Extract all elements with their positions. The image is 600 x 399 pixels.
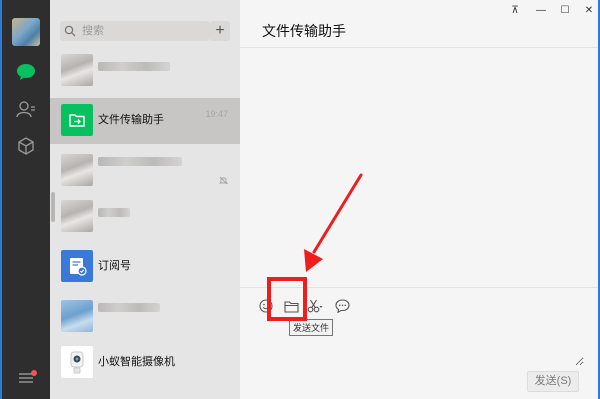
close-button[interactable]: ✕ — [580, 4, 598, 18]
notification-dot — [31, 370, 37, 376]
chat-name-blurred — [98, 62, 170, 71]
wechat-window: + 文件传输助手 19:47 — [2, 0, 598, 399]
search-box[interactable] — [60, 21, 210, 41]
avatar[interactable] — [12, 18, 40, 46]
add-chat-button[interactable]: + — [210, 21, 230, 41]
chat-title: 文件传输助手 — [262, 23, 346, 39]
conversation-list: + 文件传输助手 19:47 — [50, 0, 240, 399]
chat-name-blurred — [98, 157, 182, 166]
chat-item-file-transfer[interactable]: 文件传输助手 19:47 — [50, 98, 240, 144]
chat-avatar — [61, 200, 93, 232]
chat-bubble-icon[interactable] — [333, 297, 351, 315]
chat-name: 文件传输助手 — [98, 114, 164, 126]
chat-name: 订阅号 — [98, 260, 131, 272]
search-icon — [64, 24, 76, 42]
chat-item[interactable] — [50, 294, 240, 340]
mute-icon — [218, 172, 229, 190]
scissors-icon[interactable] — [306, 297, 324, 315]
highlight-box — [267, 277, 307, 321]
minimize-button[interactable]: — — [532, 4, 550, 18]
camera-icon — [70, 351, 84, 374]
left-nav-bar — [2, 0, 50, 399]
chat-header: 文件传输助手 ⊼ — ☐ ✕ — [240, 0, 598, 48]
chat-panel: 文件传输助手 ⊼ — ☐ ✕ 发送文件 发送(S) — [240, 0, 598, 399]
chat-avatar — [61, 300, 93, 332]
menu-icon[interactable] — [14, 366, 38, 390]
search-input[interactable] — [82, 21, 202, 41]
chat-icon[interactable] — [14, 60, 38, 84]
chat-time: 19:47 — [205, 109, 228, 119]
file-transfer-avatar — [61, 104, 93, 136]
message-area[interactable] — [240, 49, 598, 286]
chat-item[interactable] — [50, 48, 240, 94]
chat-item-camera[interactable]: 小蚁智能摄像机 — [50, 340, 240, 386]
chat-item[interactable] — [50, 148, 240, 194]
subscription-icon — [70, 258, 87, 276]
send-file-tooltip: 发送文件 — [289, 319, 334, 336]
chat-name-blurred — [98, 303, 160, 312]
pin-icon[interactable]: ⊼ — [506, 4, 524, 18]
chat-name: 小蚁智能摄像机 — [98, 356, 175, 368]
message-input[interactable] — [254, 338, 584, 366]
camera-avatar — [61, 346, 93, 378]
maximize-button[interactable]: ☐ — [556, 4, 574, 18]
chat-avatar — [61, 154, 93, 186]
send-button[interactable]: 发送(S) — [527, 371, 579, 392]
chat-name-blurred — [98, 208, 130, 217]
favorites-icon[interactable] — [14, 134, 38, 158]
chat-avatar — [61, 54, 93, 86]
subscription-avatar — [61, 250, 93, 282]
folder-icon — [69, 114, 85, 127]
chat-item-subscriptions[interactable]: 订阅号 — [50, 244, 240, 290]
chat-item[interactable] — [50, 194, 240, 240]
contacts-icon[interactable] — [14, 97, 38, 121]
